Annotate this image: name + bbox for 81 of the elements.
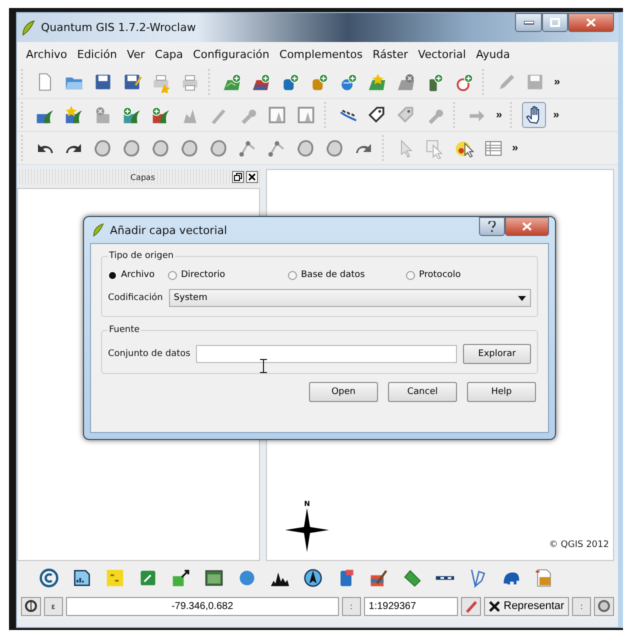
blob-icon — [180, 137, 200, 159]
pin-plus-icon — [454, 71, 474, 93]
menu-item[interactable]: Vectorial — [413, 48, 471, 60]
blob-icon — [296, 137, 316, 159]
dropdown-arrow-icon — [518, 296, 526, 300]
leaf-logo-icon — [21, 20, 35, 36]
blob-icon — [122, 137, 142, 159]
float-button[interactable] — [232, 171, 244, 183]
coordinate-field[interactable]: -79.346,0.682 — [66, 596, 339, 616]
scale-label[interactable]: : — [342, 596, 361, 616]
map-star-icon — [367, 71, 387, 93]
plant-layer-plus-icon — [122, 104, 142, 126]
brush-icon — [464, 599, 478, 613]
leaf-logo-icon — [92, 223, 104, 237]
text-cursor-icon — [260, 359, 267, 373]
overflow-button[interactable]: » — [551, 109, 562, 121]
window-title: Quantum GIS 1.7.2-Wroclaw — [41, 21, 197, 34]
menu-item[interactable]: Capa — [150, 48, 188, 60]
menu-item[interactable]: Complementos — [274, 48, 368, 60]
scale-field[interactable]: 1:1929367 — [364, 596, 458, 616]
maximize-icon — [550, 18, 560, 27]
redo-icon — [355, 142, 373, 154]
close-button[interactable] — [246, 171, 258, 183]
menu-item[interactable]: Ver — [122, 48, 150, 60]
map-plus-icon — [222, 71, 242, 93]
question-mark-icon — [488, 221, 496, 232]
blob-icon — [93, 137, 113, 159]
menu-item[interactable]: Archivo — [21, 48, 72, 60]
dialog-button[interactable]: Cancel — [388, 382, 457, 402]
stop-render-button[interactable] — [460, 596, 481, 616]
scale-bar-icon — [435, 574, 455, 580]
redo-icon — [65, 142, 83, 154]
blob-icon — [209, 137, 229, 159]
minimize-icon — [524, 20, 534, 24]
radio-option[interactable]: Archivo — [108, 270, 168, 280]
vector-shape-icon — [468, 566, 488, 588]
radio-option[interactable]: Directorio — [168, 270, 288, 280]
blob-icon — [151, 137, 171, 159]
radio-option[interactable]: Base de datos — [288, 270, 406, 280]
dataset-field[interactable] — [196, 345, 457, 363]
overflow-button[interactable]: » — [494, 109, 504, 121]
maximize-button[interactable] — [542, 13, 568, 32]
striped-map-plus-icon — [251, 71, 271, 93]
framed-plant-icon — [267, 104, 287, 126]
framed-plant-icon — [296, 104, 316, 126]
overflow-button[interactable]: » — [552, 76, 562, 88]
field-label: Codificación — [108, 293, 163, 303]
toolbar-button[interactable] — [522, 102, 546, 128]
overflow-button[interactable]: » — [510, 142, 520, 154]
panel-title: Capas — [130, 172, 155, 182]
dialog-button[interactable]: Help — [467, 382, 536, 402]
mouse-toggle-button[interactable] — [21, 596, 41, 616]
dialog-title: Añadir capa vectorial — [110, 224, 228, 236]
projection-button[interactable] — [594, 596, 614, 616]
coordinate-label[interactable]: ε — [44, 596, 63, 616]
striped-layer-plus-icon — [151, 104, 171, 126]
minimize-button[interactable] — [515, 13, 542, 32]
extra-label[interactable]: : — [572, 596, 592, 616]
undo-icon — [36, 142, 54, 154]
field-label: Conjunto de datos — [108, 349, 190, 359]
menu-item[interactable]: Edición — [72, 48, 122, 60]
render-checkbox[interactable]: Representar — [484, 596, 570, 616]
help-button[interactable] — [479, 217, 505, 236]
menu-item[interactable]: Ayuda — [470, 48, 515, 60]
close-icon — [522, 222, 532, 231]
group-title: Fuente — [108, 325, 141, 335]
copyright-label: © QGIS 2012 — [548, 540, 609, 550]
dialog-button[interactable]: Open — [309, 382, 378, 402]
menu-item[interactable]: Configuración — [188, 48, 274, 60]
cross-mark-icon — [488, 600, 500, 612]
encoding-dropdown[interactable]: System — [168, 289, 531, 307]
close-icon — [586, 18, 596, 27]
image-document-icon — [534, 566, 554, 588]
menu-item[interactable]: Ráster — [368, 48, 414, 60]
copyright-icon — [39, 566, 59, 588]
star-layer-icon — [64, 104, 84, 126]
browse-button[interactable]: Explorar — [463, 344, 531, 364]
blob-icon — [325, 137, 345, 159]
radio-option[interactable]: Protocolo — [406, 270, 506, 280]
compass-star-icon — [285, 508, 329, 552]
group-title: Tipo de origen — [108, 251, 175, 261]
